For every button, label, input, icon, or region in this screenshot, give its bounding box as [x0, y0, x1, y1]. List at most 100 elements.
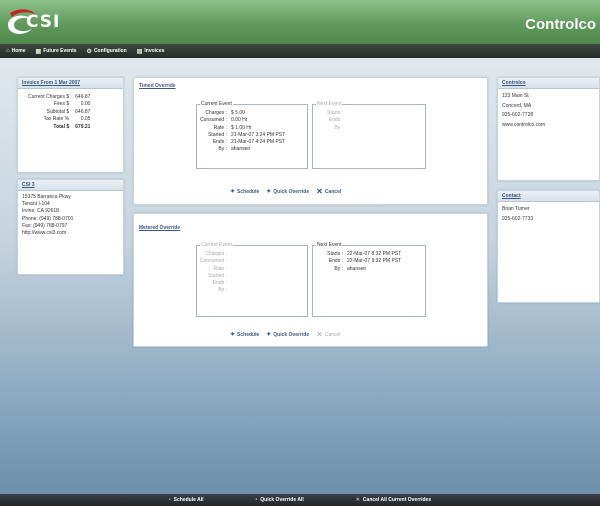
contact-panel: Contact Brian Turner 925-602-7733: [497, 190, 600, 303]
event-label: Started :: [208, 272, 227, 279]
footer-item-label: Cancel All Current Overrides: [362, 497, 432, 503]
quick-override-button[interactable]: ✦ Quick Override: [266, 331, 309, 339]
event-row: By :: [197, 287, 307, 294]
invoice-row-label: Total $: [53, 123, 70, 130]
fieldset-legend: Current Event: [200, 242, 233, 248]
metered-next-event: Next Event Starts : 22-Mar-07 8:32 PM PST…: [312, 242, 426, 317]
logo-text: CSI: [26, 12, 61, 32]
invoice-title[interactable]: Invoice From 1 Mar 2007: [18, 78, 123, 89]
event-value: $ 5.00: [231, 110, 245, 116]
phone-line: 925-602-7728: [502, 112, 534, 118]
website-link[interactable]: http://www.csi3.com: [22, 230, 119, 237]
event-value: [229, 280, 231, 287]
event-label: Starts :: [327, 251, 343, 257]
event-rows: Starts : 22-Mar-07 8:32 PM PST Ends : 22-M…: [313, 251, 425, 273]
quick-override-icon: ✦: [266, 332, 272, 338]
invoice-total-row: Total $ 679.21: [26, 123, 92, 131]
event-value: ahansen: [347, 265, 367, 272]
bullet-icon: •: [255, 497, 258, 503]
website-link[interactable]: www.controlco.com: [502, 121, 595, 131]
quick-override-button[interactable]: ✦ Quick Override: [266, 188, 310, 196]
timed-override-title[interactable]: Timed Override: [139, 83, 176, 89]
fieldset-legend: Current Event: [200, 101, 233, 107]
contact-name: Brian Turner: [502, 206, 530, 212]
address-line: Concord, MA: [502, 102, 532, 109]
event-row: By : ahansen: [197, 146, 307, 153]
controlco-title[interactable]: Controlco: [498, 78, 599, 89]
event-row: Charges : $ 5.00: [197, 110, 307, 117]
metered-actions: ✦ Schedule ✦ Quick Override ✕ Cancel: [230, 330, 347, 339]
invoice-row: Subtotal $ 646.87: [26, 108, 92, 116]
nav-item-home[interactable]: ⌂ Home: [6, 48, 26, 54]
address-line: Tenant I-104: [22, 201, 50, 208]
nav-item-label: Home: [11, 48, 26, 54]
event-rows: Starts : Ends : By :: [313, 110, 425, 132]
timed-next-event: Next Event Starts : Ends : By :: [312, 101, 426, 169]
contact-title[interactable]: Contact: [498, 191, 599, 202]
invoice-row-value: 646.87: [75, 93, 91, 100]
app-header: CSI Controlco: [0, 0, 600, 44]
event-rows: Charges : Consumed : Rate : Started : En…: [197, 251, 307, 295]
nav-item-future-events[interactable]: ▦ Future Events: [36, 48, 77, 55]
action-label: Quick Override: [273, 188, 310, 195]
event-value: 22-Mar-07 8:32 PM PST: [347, 251, 402, 257]
action-label: Cancel: [324, 188, 342, 195]
footer-toolbar: • Schedule All • Quick Override All ✕ Cance…: [0, 494, 600, 506]
event-value: [345, 125, 347, 132]
quick-override-all-button[interactable]: • Quick Override All: [256, 497, 304, 503]
event-value: 21-Mar-07 3:24 PM PST: [231, 131, 286, 138]
invoice-row-value: 646.87: [75, 108, 91, 115]
event-label: Consumed :: [200, 117, 227, 124]
cancel-all-overrides-button[interactable]: ✕ Cancel All Current Overrides: [356, 497, 431, 503]
schedule-all-button[interactable]: • Schedule All: [169, 497, 204, 503]
invoice-row: Fees $ 0.00: [26, 101, 92, 109]
timed-actions: ✦ Schedule ✦ Quick Override ✕ Cancel: [230, 187, 348, 196]
event-label: Ends :: [328, 258, 343, 265]
nav-item-configuration[interactable]: ⚙ Configuration: [87, 48, 127, 55]
cancel-button[interactable]: ✕ Cancel: [316, 330, 340, 339]
action-label: Schedule: [237, 331, 260, 338]
event-label: Charges :: [205, 110, 227, 116]
event-value: [229, 258, 231, 265]
action-label: Schedule: [237, 188, 260, 195]
event-value: 21-Mar-07 4:24 PM PST: [231, 139, 286, 146]
event-row: Consumed :: [197, 258, 307, 265]
csi-info-panel: CSI 3 15375 Barranca Pkwy Tenant I-104 I…: [17, 179, 124, 275]
timed-current-event: Current Event Charges : $ 5.00 Consumed :…: [196, 101, 308, 169]
phone-line: Phone: (949) 788-0701: [22, 215, 74, 222]
nav-item-invoices[interactable]: ▤ Invoices: [137, 48, 165, 55]
fax-line: Fax: (949) 788-0797: [22, 222, 68, 229]
invoice-row: Tax Rate % 0.05: [26, 116, 92, 124]
invoice-table: Current Charges $ 646.87 Fees $ 0.00 Subto…: [26, 93, 92, 131]
event-row: Ends :: [313, 117, 425, 124]
event-label: Starts :: [327, 110, 343, 116]
event-label: By :: [218, 146, 227, 153]
calendar-icon: ▦: [35, 48, 42, 55]
event-row: Ends : 22-Mar-07 9:32 PM PST: [313, 258, 425, 265]
invoice-row-label: Fees $: [53, 101, 70, 107]
invoice-row-label: Subtotal $: [46, 108, 70, 115]
controlco-lines: 123 Main St Concord, MA 925-602-7728 www…: [498, 89, 599, 133]
event-value: [229, 287, 231, 294]
csi-info-title[interactable]: CSI 3: [18, 180, 123, 191]
address-line: 15375 Barranca Pkwy: [22, 194, 71, 200]
invoice-row-value: 0.00: [80, 101, 91, 107]
event-label: By :: [218, 287, 227, 294]
cancel-button[interactable]: ✕ Cancel: [316, 187, 341, 196]
controlco-panel: Controlco 123 Main St Concord, MA 925-60…: [497, 77, 600, 181]
close-icon: ✕: [316, 187, 323, 196]
event-value: $ 1.00 Hr: [231, 124, 252, 131]
bullet-icon: •: [168, 497, 171, 503]
invoice-panel: Invoice From 1 Mar 2007 Current Charges …: [17, 77, 124, 173]
event-rows: Charges : $ 5.00 Consumed : 0.00 Hr Rate :…: [197, 110, 307, 154]
metered-override-title[interactable]: Metered Override: [139, 225, 180, 231]
invoice-row-label: Tax Rate %: [43, 116, 70, 122]
metered-current-event: Current Event Charges : Consumed : Rate …: [196, 242, 308, 317]
event-value: 0.00 Hr: [231, 117, 248, 124]
schedule-icon: ✦: [230, 332, 236, 338]
app-title: Controlco: [525, 16, 596, 33]
schedule-button[interactable]: ✦ Schedule: [230, 188, 260, 196]
timed-override-panel: Timed Override Current Event Charges : $ …: [133, 77, 488, 205]
event-value: 22-Mar-07 9:32 PM PST: [347, 258, 402, 265]
schedule-button[interactable]: ✦ Schedule: [230, 331, 260, 339]
